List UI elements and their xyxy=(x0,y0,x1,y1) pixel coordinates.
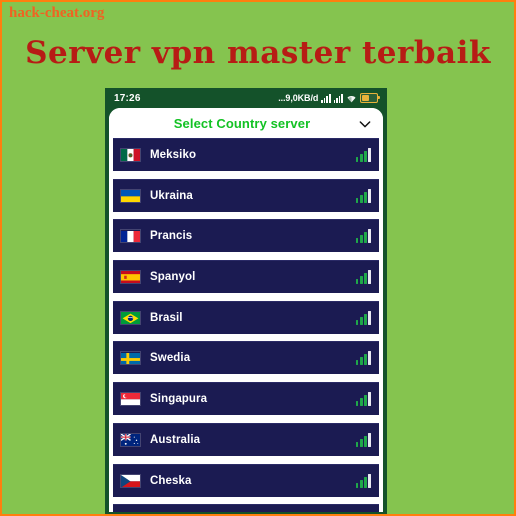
country-row[interactable]: Brasil xyxy=(113,300,379,334)
signal-strength-icon xyxy=(355,148,371,162)
france-flag xyxy=(120,229,141,244)
country-row[interactable]: Singapura xyxy=(113,382,379,416)
czech-flag xyxy=(120,473,141,488)
app-screen: Select Country server Meksiko Ukraina Pran… xyxy=(109,108,383,512)
signal-strength-icon xyxy=(355,473,371,488)
signal-strength-icon xyxy=(355,188,371,203)
app-header: Select Country server xyxy=(109,108,383,139)
site-watermark: hack-cheat.org xyxy=(9,5,105,21)
ukraine-flag xyxy=(120,188,141,203)
signal-strength-icon xyxy=(355,310,371,325)
country-name: Meksiko xyxy=(150,149,197,161)
mexico-flag xyxy=(120,148,141,162)
status-bar: 17:26 ...9,0KB/d xyxy=(105,88,387,108)
status-clock: 17:26 xyxy=(114,92,141,104)
signal-strength-icon xyxy=(355,351,371,366)
signal-icon xyxy=(333,93,343,103)
country-name: Prancis xyxy=(150,230,193,243)
country-name: Cheska xyxy=(150,474,192,487)
signal-strength-icon xyxy=(355,432,371,447)
singapore-flag xyxy=(120,392,141,407)
sweden-flag xyxy=(120,351,141,366)
app-header-title: Select Country server xyxy=(173,116,311,131)
data-rate-label: ...9,0KB/d xyxy=(278,93,319,103)
country-row[interactable]: Spanyol xyxy=(113,260,379,294)
country-name: Ukraina xyxy=(150,189,193,202)
country-row[interactable]: Cheska xyxy=(113,463,379,497)
australia-flag xyxy=(120,432,141,447)
country-name: Brasil xyxy=(150,311,183,324)
country-server-list[interactable]: Meksiko Ukraina Prancis Spanyol Brasil Swedia… xyxy=(109,138,383,512)
brazil-flag xyxy=(120,310,141,325)
country-row[interactable] xyxy=(113,504,379,512)
country-name: Singapura xyxy=(150,393,208,406)
poster-canvas: hack-cheat.org Server vpn master terbaik… xyxy=(2,2,514,514)
country-row[interactable]: Ukraina xyxy=(113,178,379,212)
chevron-down-icon[interactable] xyxy=(357,116,373,132)
country-row[interactable]: Meksiko xyxy=(113,138,379,171)
country-row[interactable]: Swedia xyxy=(113,341,379,375)
page-title: Server vpn master terbaik xyxy=(25,35,491,71)
signal-strength-icon xyxy=(355,229,371,244)
battery-icon xyxy=(360,93,380,103)
country-name: Australia xyxy=(150,433,201,446)
country-row[interactable]: Prancis xyxy=(113,219,379,253)
spain-flag xyxy=(120,270,141,285)
status-indicators: ...9,0KB/d xyxy=(278,93,380,103)
signal-strength-icon xyxy=(355,392,371,407)
wifi-icon xyxy=(347,95,356,102)
country-name: Spanyol xyxy=(150,271,196,284)
country-name: Swedia xyxy=(150,352,191,365)
country-row[interactable]: Australia xyxy=(113,422,379,456)
signal-strength-icon xyxy=(355,270,371,285)
signal-icon xyxy=(321,93,331,103)
phone-mockup: 17:26 ...9,0KB/d Select Country server M… xyxy=(105,88,387,514)
